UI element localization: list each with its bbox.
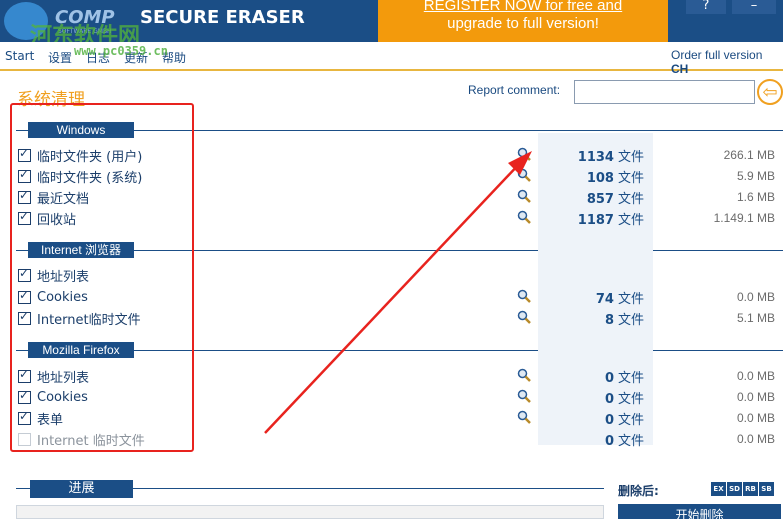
file-size: 5.9 MB (736, 169, 775, 183)
file-count-number: 0 (604, 392, 614, 407)
after-delete-label: 删除后: (618, 484, 659, 498)
file-count-number: 0 (604, 413, 614, 428)
file-count-unit: 文件 (617, 413, 644, 428)
file-count: 0 文件 (538, 430, 644, 449)
help-button[interactable]: ? (686, 0, 726, 14)
order-label[interactable]: Order full version (671, 48, 762, 62)
register-line1[interactable]: REGISTER NOW for free and (378, 0, 668, 15)
order-link[interactable]: Order full version CH (671, 48, 783, 76)
menu-item-settings[interactable]: 设置 (48, 49, 72, 66)
file-count: 0 文件 (538, 367, 644, 386)
file-size: 5.1 MB (736, 311, 775, 325)
magnifier-icon[interactable] (516, 167, 532, 183)
progress-title: 进展 (30, 480, 133, 498)
file-count-number: 108 (586, 171, 614, 186)
file-count-unit: 文件 (617, 213, 644, 228)
progress-bar (16, 505, 604, 519)
file-count: 8 文件 (538, 309, 644, 328)
file-size: 0.0 MB (736, 290, 775, 304)
tag-sd[interactable]: SD (727, 482, 742, 496)
file-size: 0.0 MB (736, 411, 775, 425)
file-count-unit: 文件 (617, 150, 644, 165)
file-count-unit: 文件 (617, 392, 644, 407)
magnifier-icon[interactable] (516, 309, 532, 325)
magnifier-icon[interactable] (516, 367, 532, 383)
annotation-box (10, 103, 194, 452)
file-count-unit: 文件 (617, 434, 644, 449)
go-back-icon[interactable]: ⇦ (757, 79, 783, 105)
file-count-number: 8 (604, 313, 614, 328)
file-size: 1.6 MB (736, 190, 775, 204)
app-header: COMP SOFTWARE GMBH SECURE ERASER REGISTE… (0, 0, 783, 49)
register-banner[interactable]: REGISTER NOW for free and upgrade to ful… (378, 0, 668, 42)
file-size: 0.0 MB (736, 390, 775, 404)
file-count-unit: 文件 (617, 292, 644, 307)
file-count: 0 文件 (538, 409, 644, 428)
file-count: 857 文件 (538, 188, 644, 207)
file-count: 1134 文件 (538, 146, 644, 165)
file-size: 266.1 MB (723, 148, 775, 162)
tag-rb[interactable]: RB (743, 482, 758, 496)
tag-ex[interactable]: EX (711, 482, 726, 496)
magnifier-icon[interactable] (516, 188, 532, 204)
minimize-button[interactable]: – (732, 0, 776, 14)
magnifier-icon[interactable] (516, 209, 532, 225)
file-count-number: 1187 (577, 213, 614, 228)
start-delete-button[interactable]: 开始删除 (618, 504, 781, 519)
file-count-unit: 文件 (617, 171, 644, 186)
file-size: 0.0 MB (736, 369, 775, 383)
file-count-unit: 文件 (617, 313, 644, 328)
file-size: 1.149.1 MB (713, 211, 775, 225)
register-line2: upgrade to full version! (447, 15, 599, 32)
file-count-number: 0 (604, 434, 614, 449)
magnifier-icon[interactable] (516, 146, 532, 162)
report-comment-label: Report comment: (468, 83, 561, 97)
file-count-number: 857 (586, 192, 614, 207)
file-count-number: 1134 (577, 150, 614, 165)
magnifier-icon[interactable] (516, 409, 532, 425)
file-count-number: 0 (604, 371, 614, 386)
file-size: 0.0 MB (736, 432, 775, 446)
report-comment-input[interactable] (574, 80, 755, 104)
file-count: 74 文件 (538, 288, 644, 307)
magnifier-icon[interactable] (516, 288, 532, 304)
file-count: 1187 文件 (538, 209, 644, 228)
file-count: 0 文件 (538, 388, 644, 407)
file-count-number: 74 (595, 292, 614, 307)
menu-item-start[interactable]: Start (5, 49, 34, 63)
file-count-unit: 文件 (617, 192, 644, 207)
file-count-unit: 文件 (617, 371, 644, 386)
product-name: SECURE ERASER (140, 7, 305, 28)
magnifier-icon[interactable] (516, 388, 532, 404)
file-count: 108 文件 (538, 167, 644, 186)
order-suffix: CH (671, 62, 689, 76)
watermark-url: www.pc0359.cn (74, 44, 168, 58)
tag-sb[interactable]: SB (759, 482, 774, 496)
